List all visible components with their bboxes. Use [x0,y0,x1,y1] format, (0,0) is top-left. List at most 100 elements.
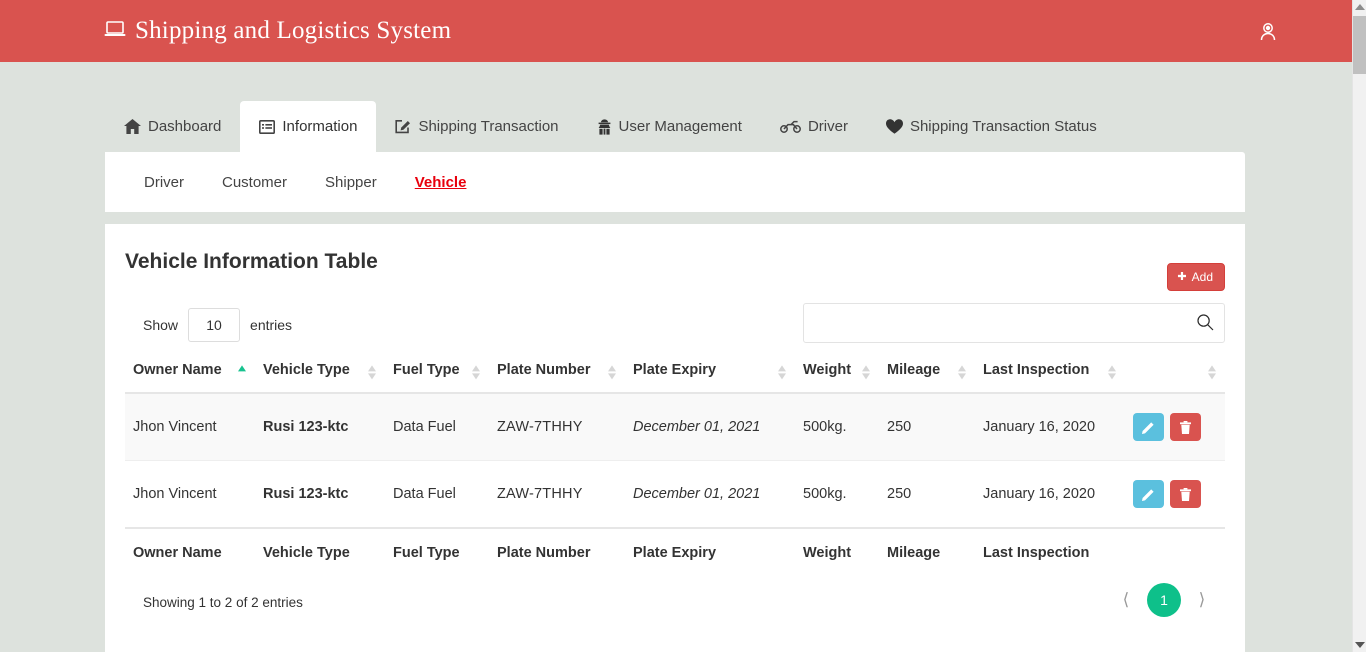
chevron-right-icon[interactable]: ⟩ [1189,587,1215,613]
tab-label: Dashboard [148,118,222,135]
pencil-icon [1142,488,1155,501]
tab-label: Driver [807,118,848,135]
add-button-label: Add [1191,270,1213,284]
edit-button[interactable] [1133,413,1164,441]
edit-pencil-square-icon [395,119,411,134]
table-body: Jhon Vincent Rusi 123-ktc Data Fuel ZAW-… [125,393,1225,529]
sort-icon[interactable] [958,364,967,380]
cell-mileage: 250 [879,460,975,529]
sort-icon[interactable] [368,364,377,380]
delete-button[interactable] [1170,480,1201,508]
foot-owner-name: Owner Name [125,527,255,575]
table-header-row: Owner Name Vehicle Type Fuel Type Plate … [125,356,1225,394]
vehicle-information-card: Vehicle Information Table ✚ Add Show 102… [105,224,1245,652]
account-menu[interactable] [1258,21,1278,41]
card-header: Vehicle Information Table ✚ Add [125,242,1225,294]
show-label: Show [143,317,179,333]
top-navbar: Shipping and Logistics System [0,0,1352,62]
col-header-weight[interactable]: Weight [795,356,879,394]
sub-navigation: Driver Customer Shipper Vehicle [105,152,1245,212]
sort-icon[interactable] [862,364,871,380]
table-row[interactable]: Jhon Vincent Rusi 123-ktc Data Fuel ZAW-… [125,460,1225,529]
subnav-item-shipper[interactable]: Shipper [306,174,396,191]
tab-label: Information [282,118,358,135]
app-title: Shipping and Logistics System [135,17,452,44]
subnav-item-driver[interactable]: Driver [125,174,203,191]
foot-plate-number: Plate Number [489,527,625,575]
foot-fuel-type: Fuel Type [385,527,489,575]
home-icon [124,119,141,134]
col-label: Vehicle Type [263,362,350,378]
pagination: ⟨ 1 ⟩ [1113,583,1215,617]
search-input[interactable] [803,303,1225,343]
col-header-owner-name[interactable]: Owner Name [125,356,255,394]
tab-label: Shipping Transaction [418,118,559,135]
col-label: Plate Number [497,362,591,378]
cell-fuel-type: Data Fuel [385,393,489,461]
add-button[interactable]: ✚ Add [1167,263,1225,291]
tab-information[interactable]: Information [240,101,377,152]
col-header-actions[interactable] [1125,356,1225,394]
cell-plate-expiry: December 01, 2021 [625,460,795,529]
table-row[interactable]: Jhon Vincent Rusi 123-ktc Data Fuel ZAW-… [125,393,1225,461]
tab-dashboard[interactable]: Dashboard [105,101,240,152]
col-label: Weight [803,362,852,378]
page-scrollbar[interactable] [1352,0,1366,652]
col-header-vehicle-type[interactable]: Vehicle Type [255,356,385,394]
scrollbar-thumb[interactable] [1353,16,1366,74]
sort-icon[interactable] [1108,364,1117,380]
cell-weight: 500kg. [795,393,879,461]
chevron-left-icon[interactable]: ⟨ [1113,587,1139,613]
tab-user-management[interactable]: User Management [578,101,761,152]
heart-icon [885,119,903,134]
foot-mileage: Mileage [879,527,975,575]
delete-button[interactable] [1170,413,1201,441]
col-label: Last Inspection [983,362,1090,378]
col-header-plate-expiry[interactable]: Plate Expiry [625,356,795,394]
sort-icon[interactable] [608,364,617,380]
col-label: Fuel Type [393,362,460,378]
tab-shipping-transaction[interactable]: Shipping Transaction [376,101,577,152]
col-header-last-inspection[interactable]: Last Inspection [975,356,1125,394]
cell-actions [1125,393,1225,461]
tab-label: User Management [618,118,742,135]
entries-info: Showing 1 to 2 of 2 entries [143,595,303,610]
entries-label: entries [250,317,293,333]
cell-plate-number: ZAW-7THHY [489,460,625,529]
table-footer-bar: Showing 1 to 2 of 2 entries ⟨ 1 ⟩ [125,577,1225,631]
table-head: Owner Name Vehicle Type Fuel Type Plate … [125,356,1225,394]
laptop-icon [104,21,126,37]
tab-driver[interactable]: Driver [761,101,867,152]
brand[interactable]: Shipping and Logistics System [104,17,451,45]
col-header-fuel-type[interactable]: Fuel Type [385,356,489,394]
cell-vehicle-type[interactable]: Rusi 123-ktc [255,460,385,529]
col-label: Mileage [887,362,941,378]
page-length-select[interactable]: 102550100 [188,308,241,342]
col-header-plate-number[interactable]: Plate Number [489,356,625,394]
user-circle-icon [1258,23,1278,45]
cell-actions [1125,460,1225,529]
sort-icon[interactable] [778,364,787,380]
col-header-mileage[interactable]: Mileage [879,356,975,394]
sort-icon[interactable] [472,364,481,380]
edit-button[interactable] [1133,480,1164,508]
table-controls: Show 102550100 entries [125,300,1225,356]
cell-fuel-type: Data Fuel [385,460,489,529]
list-alt-icon [259,119,276,134]
main-tabs: Dashboard Information Shipping Transacti… [105,101,1245,152]
cell-last-inspection: January 16, 2020 [975,393,1125,461]
sort-asc-icon[interactable] [238,364,247,380]
cell-owner-name: Jhon Vincent [125,393,255,461]
page-button-1[interactable]: 1 [1147,583,1181,617]
sort-icon[interactable] [1208,364,1217,380]
subnav-item-vehicle[interactable]: Vehicle [396,174,486,191]
cell-plate-expiry: December 01, 2021 [625,393,795,461]
tab-shipping-transaction-status[interactable]: Shipping Transaction Status [867,101,1116,152]
scroll-up-arrow-icon[interactable] [1353,0,1366,14]
scroll-down-arrow-icon[interactable] [1353,638,1366,652]
vehicle-table: Owner Name Vehicle Type Fuel Type Plate … [125,356,1225,575]
subnav-item-customer[interactable]: Customer [203,174,306,191]
user-secret-icon [597,118,612,135]
cell-vehicle-type[interactable]: Rusi 123-ktc [255,393,385,461]
foot-weight: Weight [795,527,879,575]
